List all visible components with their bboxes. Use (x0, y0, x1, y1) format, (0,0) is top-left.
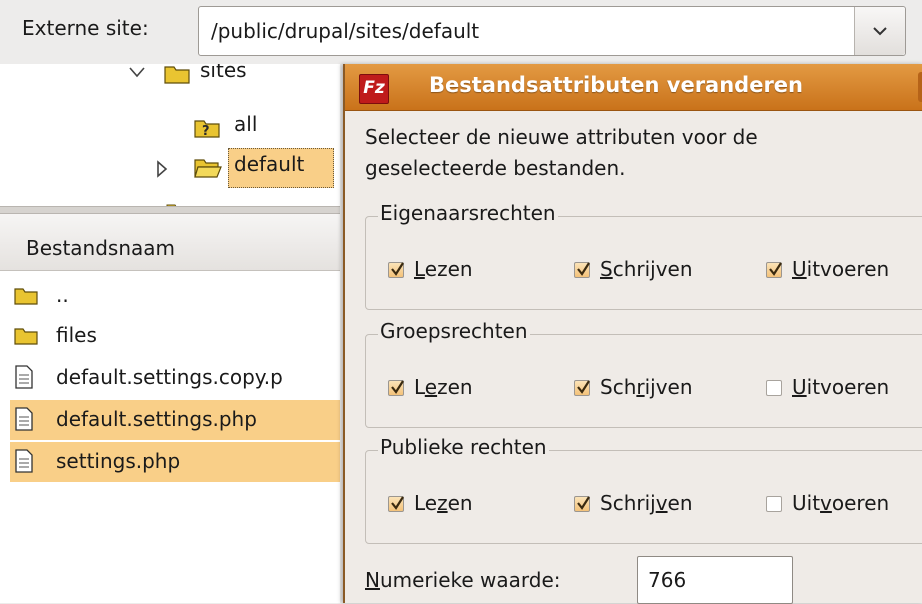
file-name: files (56, 323, 97, 347)
group-read-checkbox[interactable]: Lezen (388, 375, 473, 399)
tree-item-all[interactable]: ? all (190, 108, 310, 146)
file-name: settings.php (56, 449, 181, 473)
remote-file-list: Bestandsnaam .. files default.settings.c… (0, 214, 340, 603)
folder-icon (14, 288, 38, 305)
file-name: default.settings.copy.p (56, 365, 283, 389)
group-title: Publieke rechten (378, 435, 549, 459)
document-icon (15, 365, 33, 389)
checkbox-box[interactable] (574, 262, 590, 278)
file-name: .. (56, 283, 69, 307)
chevron-down-icon (873, 27, 887, 36)
column-header-filename[interactable]: Bestandsnaam (0, 214, 340, 271)
tree-item-label: default (234, 152, 305, 176)
filezilla-logo-icon: Fz (359, 74, 389, 104)
pane-splitter[interactable] (0, 206, 340, 214)
remote-path-combobox[interactable]: /public/drupal/sites/default (198, 6, 906, 56)
checkmark-icon (577, 496, 590, 510)
checkmark-icon (769, 262, 782, 276)
file-row[interactable]: .. (10, 276, 340, 316)
public-write-checkbox[interactable]: Schrijven (574, 491, 693, 515)
tree-item-default[interactable]: default (150, 148, 340, 188)
tree-item-sites[interactable]: sites (120, 64, 320, 92)
dialog-title: Bestandsattributen veranderen (429, 73, 804, 97)
dialog-titlebar[interactable]: Fz Bestandsattributen veranderen (345, 64, 922, 111)
owner-permissions-group: Eigenaarsrechten Lezen Schrijven Uitvoer… (365, 201, 922, 310)
file-row[interactable]: settings.php (10, 442, 340, 482)
file-name: default.settings.php (56, 407, 257, 431)
owner-write-checkbox[interactable]: Schrijven (574, 257, 693, 281)
folder-closed-icon (164, 66, 190, 84)
public-permissions-group: Publieke rechten Lezen Schrijven Uitvoer… (365, 435, 922, 544)
file-row[interactable]: files (10, 316, 340, 356)
checkbox-box[interactable] (766, 262, 782, 278)
public-read-checkbox[interactable]: Lezen (388, 491, 473, 515)
document-icon (15, 407, 33, 431)
svg-text:?: ? (202, 124, 210, 138)
window-control-button[interactable] (918, 72, 922, 102)
checkmark-icon (577, 380, 590, 394)
owner-read-checkbox[interactable]: Lezen (388, 257, 473, 281)
tree-item-label: all (234, 112, 258, 136)
checkbox-box[interactable] (388, 496, 404, 512)
file-row[interactable]: default.settings.php (10, 400, 340, 440)
folder-icon (14, 328, 38, 345)
group-title: Groepsrechten (378, 319, 530, 343)
dialog-intro-text: Selecteer de nieuwe attributen voor de g… (365, 125, 758, 180)
folder-unknown-icon: ? (194, 120, 220, 138)
checkmark-icon (391, 380, 404, 394)
checkmark-icon (391, 262, 404, 276)
path-dropdown-button[interactable] (854, 7, 905, 55)
change-attributes-dialog: Fz Bestandsattributen veranderen Selecte… (343, 64, 922, 604)
tree-item-label: sites (200, 64, 247, 82)
expander-collapsed-icon (157, 160, 168, 178)
public-execute-checkbox[interactable]: Uitvoeren (766, 491, 889, 515)
checkbox-box[interactable] (388, 380, 404, 396)
checkbox-box[interactable] (766, 380, 782, 396)
folder-open-icon (194, 159, 222, 178)
expander-expanded-icon (129, 67, 145, 78)
checkbox-box[interactable] (574, 380, 590, 396)
checkmark-icon (391, 496, 404, 510)
document-icon (15, 449, 33, 473)
remote-path-value[interactable]: /public/drupal/sites/default (211, 19, 479, 43)
group-execute-checkbox[interactable]: Uitvoeren (766, 375, 889, 399)
numeric-value-input[interactable]: 766 (637, 556, 793, 604)
remote-directory-tree: sites ? all default (0, 64, 340, 210)
remote-site-bar: Externe site: /public/drupal/sites/defau… (0, 0, 922, 64)
checkbox-box[interactable] (766, 496, 782, 512)
numeric-value-label: Numerieke waarde: (365, 568, 561, 592)
owner-execute-checkbox[interactable]: Uitvoeren (766, 257, 889, 281)
file-row[interactable]: default.settings.copy.p (10, 358, 340, 398)
checkbox-box[interactable] (388, 262, 404, 278)
column-header-label: Bestandsnaam (26, 236, 176, 260)
checkbox-box[interactable] (574, 496, 590, 512)
numeric-value-text[interactable]: 766 (648, 568, 686, 592)
checkmark-icon (577, 262, 590, 276)
group-permissions-group: Groepsrechten Lezen Schrijven Uitvoeren (365, 319, 922, 428)
remote-site-label: Externe site: (22, 16, 149, 40)
group-title: Eigenaarsrechten (378, 201, 558, 225)
group-write-checkbox[interactable]: Schrijven (574, 375, 693, 399)
